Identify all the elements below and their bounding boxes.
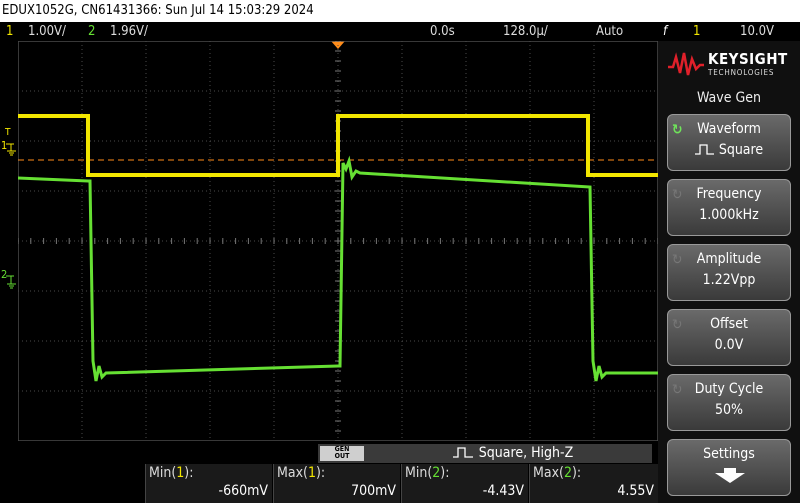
ch2-scale[interactable]: 1.96V/ bbox=[110, 22, 148, 41]
square-wave-icon bbox=[452, 447, 473, 458]
down-arrow-icon bbox=[715, 468, 745, 483]
softkey-label: Waveform bbox=[697, 121, 761, 137]
waveform-softkey[interactable]: ↻ Waveform Square bbox=[667, 114, 791, 171]
softkey-label: Duty Cycle bbox=[694, 381, 764, 397]
frequency-softkey[interactable]: ↻ Frequency 1.000kHz bbox=[667, 179, 791, 236]
keysight-wave-icon bbox=[668, 52, 704, 76]
ground-icon bbox=[6, 143, 16, 156]
softkey-panel: KEYSIGHT TECHNOLOGIES Wave Gen ↻ Wavefor… bbox=[658, 41, 800, 503]
softkey-value: 50% bbox=[715, 402, 743, 418]
measurement-max2[interactable]: Max(2): 4.55V bbox=[529, 464, 658, 503]
softkey-label: Settings bbox=[703, 446, 755, 462]
meas-channel: 1 bbox=[307, 465, 316, 481]
settings-softkey[interactable]: Settings bbox=[667, 439, 791, 496]
trigger-edge-icon: f bbox=[663, 24, 668, 39]
meas-label: Max(1): bbox=[277, 465, 326, 481]
softkey-value: 0.0V bbox=[714, 337, 744, 353]
ch2-number: 2 bbox=[88, 24, 96, 39]
ground-icon bbox=[6, 275, 16, 289]
brand-name: KEYSIGHT bbox=[708, 50, 788, 68]
ch1-ground-marker[interactable]: T 1 bbox=[0, 127, 18, 159]
meas-value: -4.43V bbox=[482, 483, 524, 499]
title-bar: EDUX1052G, CN61431366: Sun Jul 14 15:03:… bbox=[0, 0, 800, 22]
square-wave-icon bbox=[694, 144, 714, 155]
softkey-value: 1.000kHz bbox=[699, 207, 759, 223]
wavegen-status: Square, High-Z bbox=[378, 444, 648, 463]
meas-label: Max(2): bbox=[533, 465, 582, 481]
measurement-spacer bbox=[0, 464, 145, 503]
delay-value[interactable]: 0.0s bbox=[430, 22, 455, 41]
meas-channel: 2 bbox=[432, 465, 441, 481]
timebase-value[interactable]: 128.0µ/ bbox=[503, 22, 548, 41]
trigger-level-marker: T bbox=[5, 127, 11, 138]
softkey-value: Square bbox=[668, 142, 790, 158]
measurement-min2[interactable]: Min(2): -4.43V bbox=[401, 464, 528, 503]
waveform-display[interactable] bbox=[18, 41, 658, 441]
amplitude-softkey[interactable]: ↻ Amplitude 1.22Vpp bbox=[667, 244, 791, 301]
keysight-logo: KEYSIGHT TECHNOLOGIES bbox=[668, 47, 792, 83]
graticule bbox=[18, 41, 658, 441]
softkey-label: Amplitude bbox=[696, 251, 762, 267]
trigger-level[interactable]: 10.0V bbox=[740, 22, 774, 41]
meas-value: -660mV bbox=[218, 483, 268, 499]
ch1-scale[interactable]: 1.00V/ bbox=[28, 22, 66, 41]
duty-cycle-softkey[interactable]: ↻ Duty Cycle 50% bbox=[667, 374, 791, 431]
softkey-label: Frequency bbox=[696, 186, 762, 202]
gen-out-badge: GEN OUT bbox=[320, 446, 364, 461]
menu-title: Wave Gen bbox=[697, 90, 761, 106]
meas-label: Min(2): bbox=[405, 465, 450, 481]
wavegen-status-bar: GEN OUT Square, High-Z bbox=[318, 444, 652, 463]
meas-channel: 2 bbox=[563, 465, 572, 481]
ch1-trace bbox=[18, 114, 658, 177]
ch1-number: 1 bbox=[6, 24, 14, 39]
meas-label: Min(1): bbox=[149, 465, 194, 481]
meas-value: 4.55V bbox=[617, 483, 654, 499]
softkey-value: 1.22Vpp bbox=[702, 272, 756, 288]
scope-title: EDUX1052G, CN61431366: Sun Jul 14 15:03:… bbox=[2, 3, 314, 18]
measurement-min1[interactable]: Min(1): -660mV bbox=[145, 464, 272, 503]
meas-channel: 1 bbox=[176, 465, 185, 481]
status-bar: 1 1.00V/ 2 1.96V/ 0.0s 128.0µ/ Auto f 1 … bbox=[0, 22, 800, 41]
trigger-mode[interactable]: Auto bbox=[596, 22, 623, 41]
measurement-max1[interactable]: Max(1): 700mV bbox=[273, 464, 400, 503]
softkey-label: Offset bbox=[710, 316, 748, 332]
ch2-ground-marker[interactable]: 2 bbox=[0, 268, 18, 292]
trigger-channel: 1 bbox=[693, 24, 701, 39]
brand-subtitle: TECHNOLOGIES bbox=[708, 68, 775, 77]
meas-value: 700mV bbox=[351, 483, 396, 499]
offset-softkey[interactable]: ↻ Offset 0.0V bbox=[667, 309, 791, 366]
